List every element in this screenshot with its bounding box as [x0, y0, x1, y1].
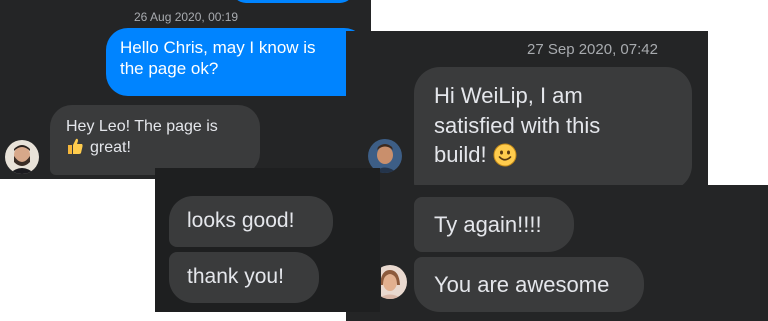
thumbs-up-icon	[68, 138, 83, 154]
message-timestamp: 27 Sep 2020, 07:42	[527, 41, 658, 58]
message-text: You are awesome	[434, 272, 610, 297]
message-line: Hey Leo! The page is	[66, 118, 218, 135]
message-timestamp: 26 Aug 2020, 00:19	[134, 10, 239, 24]
chat-panel-3-lower: Ty again!!!! You are awesome	[381, 185, 768, 321]
avatar-photo	[5, 140, 39, 174]
message-bubble[interactable]: Ty again!!!!	[414, 197, 574, 252]
chat-panel-2: looks good! thank you!	[155, 168, 380, 312]
message-text: thank you!	[187, 265, 284, 288]
incoming-message-bubble[interactable]: Hey Leo! The page is great!	[50, 105, 260, 175]
message-text: looks good!	[187, 209, 295, 232]
message-line: Hi WeiLip, I am	[434, 83, 583, 108]
message-line: build!	[434, 140, 672, 170]
avatar[interactable]	[5, 140, 39, 174]
message-line: satisfied with this	[434, 112, 601, 138]
message-text: build!	[434, 142, 487, 168]
avatar-photo	[381, 265, 407, 299]
smiley-icon	[493, 143, 517, 167]
incoming-message-bubble[interactable]: Hi WeiLip, I am satisfied with this buil…	[414, 67, 692, 191]
collage-canvas: { "chat1": { "timestamp": "26 Aug 2020, …	[0, 0, 768, 321]
message-bubble[interactable]: You are awesome	[414, 257, 644, 312]
message-text: Ty again!!!!	[434, 212, 542, 237]
message-line: the page ok?	[120, 59, 219, 79]
outgoing-message-bubble[interactable]: Hello Chris, may I know is the page ok?	[106, 28, 366, 96]
message-bubble[interactable]: thank you!	[169, 252, 319, 303]
message-bubble[interactable]: looks good!	[169, 196, 333, 247]
message-text: great!	[90, 139, 131, 156]
chat-panel-1: 26 Aug 2020, 00:19 Hello Chris, may I kn…	[0, 0, 371, 179]
message-line: Hello Chris, may I know is	[120, 38, 316, 57]
previous-message-bubble[interactable]	[232, 0, 354, 3]
message-line: great!	[66, 137, 244, 158]
avatar[interactable]	[381, 265, 407, 299]
